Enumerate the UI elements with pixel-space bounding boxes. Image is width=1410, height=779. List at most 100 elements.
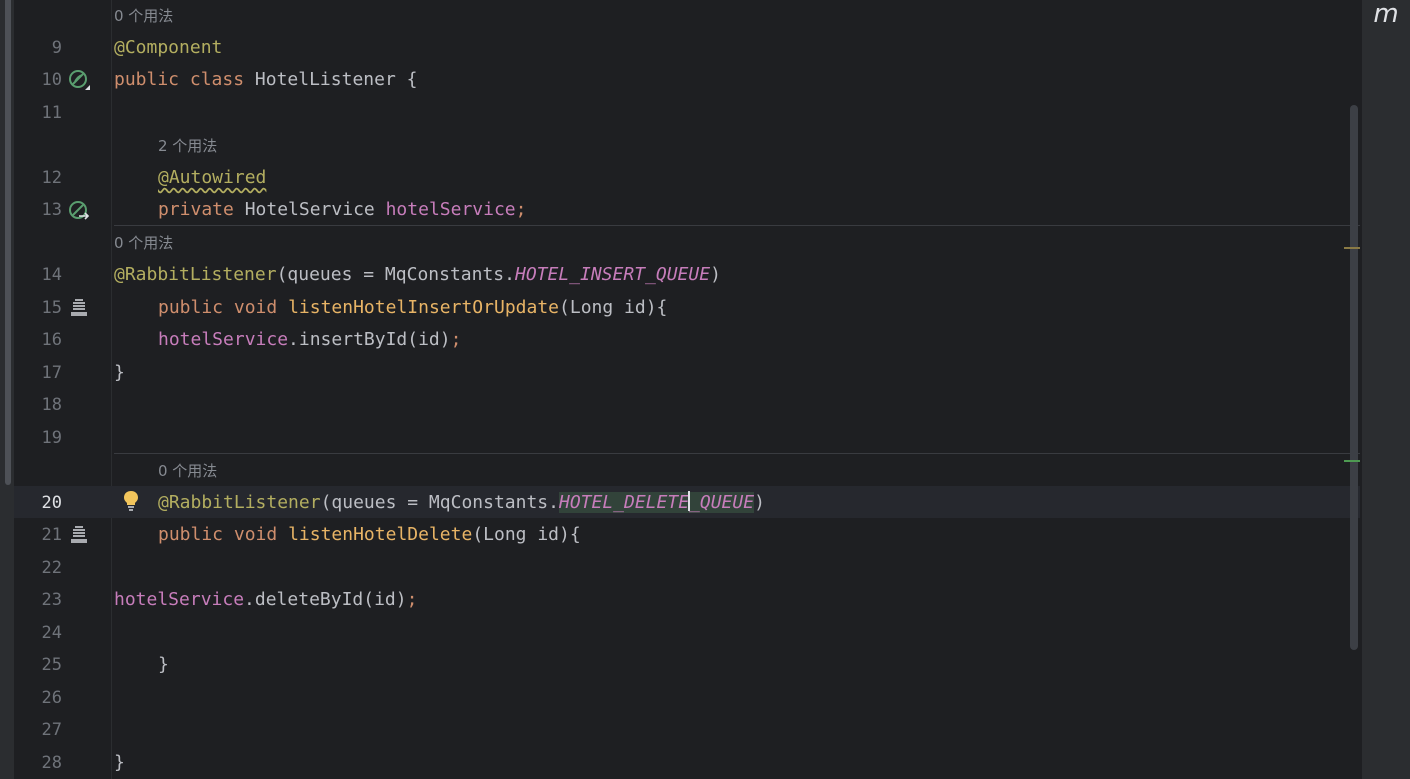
code-line-9[interactable]: 9 @Component — [0, 32, 1348, 64]
code-line-23[interactable]: 23 hotelService.deleteById(id); — [0, 584, 1348, 616]
semicolon: ; — [406, 589, 418, 610]
code-line-15[interactable]: 15 public void listenHotelInsertOrUpdate… — [0, 292, 1348, 324]
constant-delete-queue: HOTEL_DELETE_QUEUE — [558, 491, 755, 513]
type-name: HotelService — [244, 199, 375, 220]
code-line-10[interactable]: 10 public class HotelListener { — [0, 64, 1348, 96]
code-text: hotelService.deleteById(id); — [114, 584, 417, 616]
method-call: .insertById(id) — [288, 329, 451, 350]
annotation-autowired: @Autowired — [158, 167, 267, 188]
code-text: } — [114, 362, 125, 383]
method-params: (Long id){ — [559, 297, 668, 318]
usage-hint-delete-method[interactable]: 0 个用法 — [158, 455, 217, 487]
right-tool-panel — [1362, 0, 1410, 779]
semicolon: ; — [450, 329, 462, 350]
line-number: 16 — [41, 330, 62, 350]
code-line-12[interactable]: 12 @Autowired — [0, 162, 1348, 194]
code-line-21[interactable]: 21 public void listenHotelDelete(Long id… — [0, 519, 1348, 551]
code-text: @RabbitListener(queues = MqConstants.HOT… — [114, 259, 721, 291]
line-number: 19 — [41, 428, 62, 448]
line-number: 18 — [41, 395, 62, 415]
line-number: 22 — [41, 558, 62, 578]
keyword: public — [158, 297, 224, 318]
maven-panel-button[interactable]: m — [1362, 0, 1410, 28]
code-line-22[interactable]: 22 — [0, 552, 1348, 584]
code-text: public class HotelListener { — [114, 64, 417, 96]
line-number: 17 — [41, 363, 62, 383]
method-separator — [114, 225, 1360, 226]
code-line-13[interactable]: 13 private HotelService hotelService; — [0, 194, 1348, 226]
vertical-scroll-thumb[interactable] — [1350, 105, 1358, 650]
code-line-16[interactable]: 16 hotelService.insertById(id); — [0, 324, 1348, 356]
code-line-25[interactable]: 25 } — [0, 649, 1348, 681]
annotation-args: (queues = MqConstants. — [320, 492, 559, 513]
listener-method-gutter-icon[interactable] — [67, 523, 91, 547]
code-line-20[interactable]: 20 @RabbitListener(queues = MqConstants.… — [0, 487, 1348, 519]
warning-marker[interactable] — [1344, 247, 1360, 249]
change-marker[interactable] — [1344, 460, 1360, 462]
code-text: public void listenHotelDelete(Long id){ — [158, 519, 581, 551]
code-line-19[interactable]: 19 — [0, 422, 1348, 454]
line-number: 15 — [41, 298, 62, 318]
keyword: public — [114, 69, 180, 90]
line-number: 11 — [41, 103, 62, 123]
code-line-28[interactable]: 28 } — [0, 747, 1348, 779]
line-number: 12 — [41, 168, 62, 188]
line-number: 21 — [41, 525, 62, 545]
usage-hint-field[interactable]: 2 个用法 — [158, 130, 217, 162]
line-number: 9 — [51, 38, 62, 58]
keyword: void — [233, 297, 278, 318]
method-declaration: listenHotelDelete — [288, 524, 473, 545]
keyword: private — [158, 199, 234, 220]
brace: { — [406, 69, 418, 90]
constant-part: HOTEL_DELETE — [558, 492, 690, 513]
paren: ) — [710, 264, 721, 285]
line-number: 27 — [41, 720, 62, 740]
line-number: 23 — [41, 590, 62, 610]
code-line-11[interactable]: 11 — [0, 97, 1348, 129]
code-text: } — [114, 752, 125, 773]
field-reference: hotelService — [158, 329, 289, 350]
usage-hint-insert-method[interactable]: 0 个用法 — [114, 227, 173, 259]
code-text: } — [158, 654, 169, 675]
code-text: @Autowired — [158, 162, 266, 194]
code-text: @RabbitListener(queues = MqConstants.HOT… — [158, 487, 765, 519]
line-number: 25 — [41, 655, 62, 675]
field-name: hotelService — [385, 199, 516, 220]
code-line-27[interactable]: 27 — [0, 714, 1348, 746]
code-line-18[interactable]: 18 — [0, 389, 1348, 421]
code-text: hotelService.insertById(id); — [158, 324, 461, 356]
line-number-current: 20 — [41, 493, 62, 513]
semicolon: ; — [515, 199, 527, 220]
usage-hint-class[interactable]: 0 个用法 — [114, 0, 173, 32]
line-number: 24 — [41, 623, 62, 643]
line-number: 26 — [41, 688, 62, 708]
class-name: HotelListener — [254, 69, 396, 90]
line-number: 28 — [41, 753, 62, 773]
code-line-17[interactable]: 17 } — [0, 357, 1348, 389]
keyword: void — [233, 524, 278, 545]
constant-insert-queue: HOTEL_INSERT_QUEUE — [514, 264, 711, 285]
keyword: public — [158, 524, 224, 545]
annotation-args: (queues = MqConstants. — [276, 264, 515, 285]
constant-part: _QUEUE — [689, 492, 755, 513]
method-call: .deleteById(id) — [244, 589, 407, 610]
code-text: public void listenHotelInsertOrUpdate(Lo… — [158, 292, 667, 324]
line-number: 10 — [41, 70, 62, 90]
field-reference: hotelService — [114, 589, 245, 610]
annotation-rabbit-listener: @RabbitListener — [158, 492, 321, 513]
annotation-component: @Component — [114, 37, 223, 58]
keyword: class — [189, 69, 245, 90]
code-line-24[interactable]: 24 — [0, 617, 1348, 649]
method-declaration: listenHotelInsertOrUpdate — [288, 297, 560, 318]
line-number: 14 — [41, 265, 62, 285]
bean-class-gutter-icon[interactable] — [67, 68, 91, 92]
injection-point-gutter-icon[interactable] — [67, 199, 91, 223]
code-text: @Component — [114, 32, 222, 64]
intention-bulb-icon[interactable] — [122, 489, 140, 513]
line-number: 13 — [41, 200, 62, 220]
code-line-26[interactable]: 26 — [0, 682, 1348, 714]
code-line-14[interactable]: 14 @RabbitListener(queues = MqConstants.… — [0, 259, 1348, 291]
method-params: (Long id){ — [472, 524, 581, 545]
listener-method-gutter-icon[interactable] — [67, 296, 91, 320]
paren: ) — [754, 492, 765, 513]
